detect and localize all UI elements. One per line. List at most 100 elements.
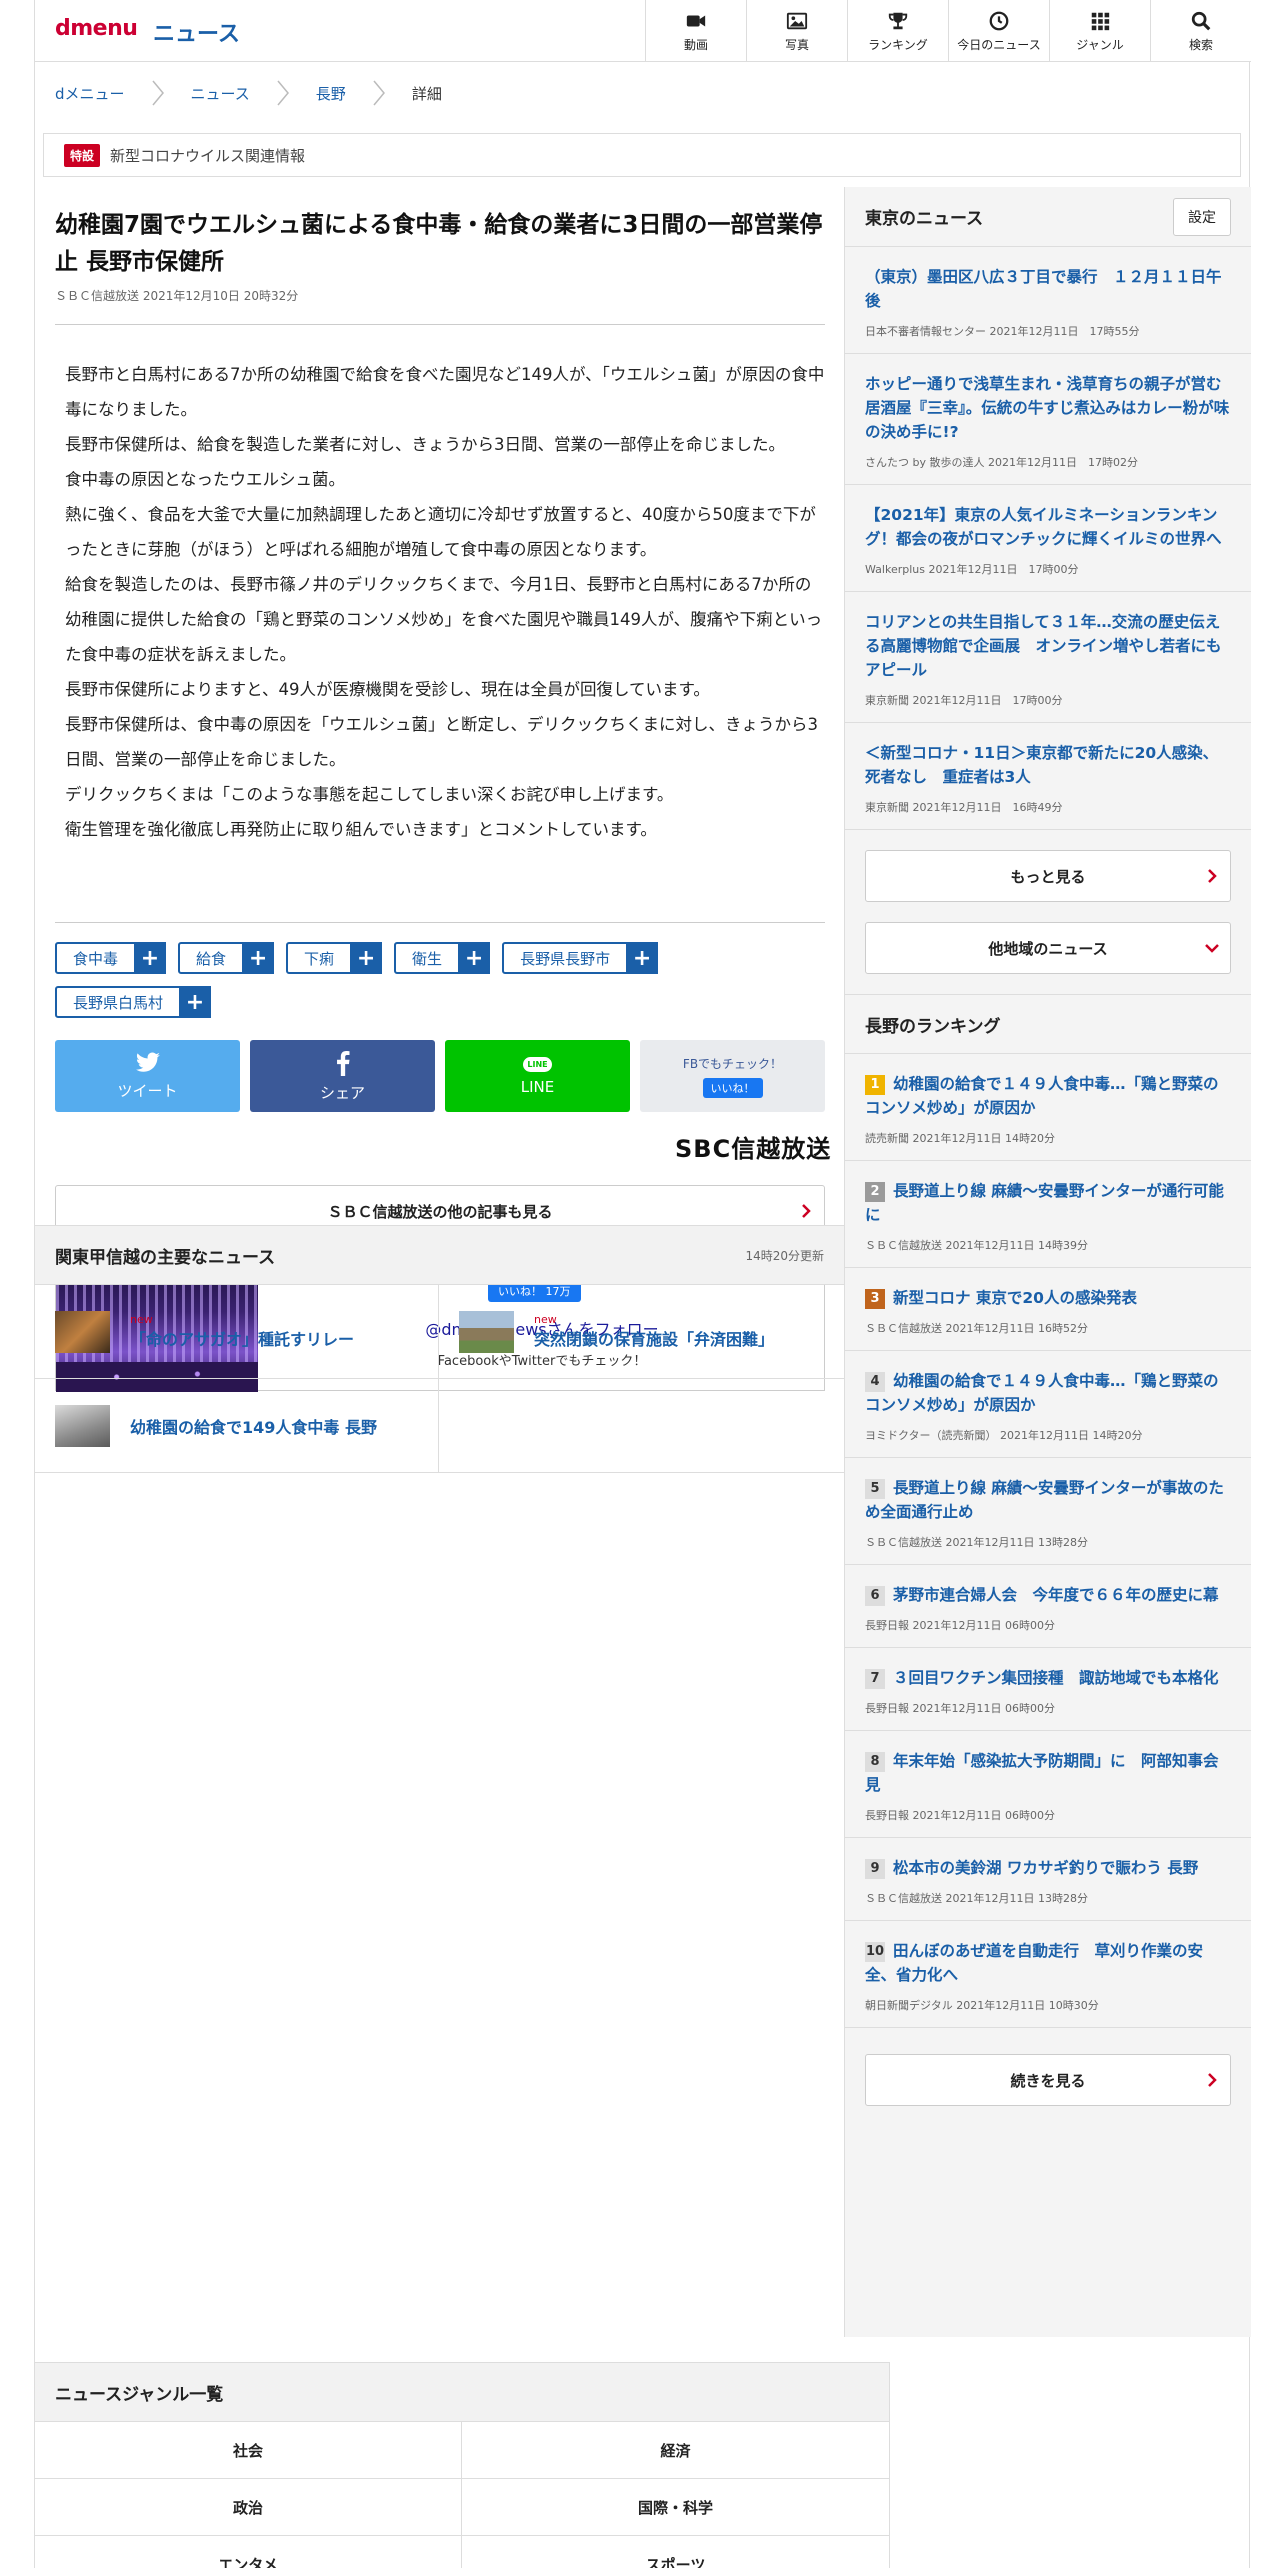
major-news-title-link[interactable]: 幼稚園の給食で149人食中毒 長野 — [130, 1414, 377, 1438]
ranking-item[interactable]: 3 新型コロナ 東京で20人の感染発表 ＳＢＣ信越放送 2021年12月11日 16… — [845, 1268, 1251, 1351]
ranking-title-link[interactable]: 茅野市連合婦人会 今年度で６６年の歴史に幕 — [893, 1586, 1219, 1604]
line-share-button[interactable]: LINE LINE — [445, 1040, 630, 1112]
divider — [55, 922, 825, 923]
rank-badge: 9 — [865, 1859, 885, 1879]
tag-label: 長野県長野市 — [520, 949, 611, 968]
genre-title: ニュースジャンル一覧 — [35, 2362, 890, 2422]
ranking-title-link[interactable]: ３回目ワクチン集団接種 諏訪地域でも本格化 — [893, 1669, 1219, 1687]
plus-icon[interactable]: + — [350, 942, 383, 974]
plus-icon[interactable]: + — [242, 942, 275, 974]
major-news-title: 関東甲信越の主要なニュース — [55, 1247, 276, 1268]
tokyo-news-item[interactable]: ホッピー通りで浅草生まれ・浅草育ちの親子が営む居酒屋『三幸』。伝統の牛すじ煮込み… — [845, 354, 1251, 485]
ranking-title-link[interactable]: 幼稚園の給食で１４９人食中毒…「鶏と野菜のコンソメ炒め」が原因か — [865, 1075, 1219, 1117]
tokyo-news-item[interactable]: ＜新型コロナ・11日＞東京都で新たに20人感染、死者なし 重症者は3人 東京新聞 … — [845, 723, 1251, 830]
nav-search[interactable]: 検索 — [1150, 0, 1251, 62]
ranking-item[interactable]: 8 年末年始「感染拡大予防期間」に 阿部知事会見 長野日報 2021年12月11日 … — [845, 1731, 1251, 1838]
tag-diarrhea[interactable]: 下痢 + — [286, 942, 383, 974]
nav-search-label: 検索 — [1188, 37, 1213, 52]
ranking-item[interactable]: 10 田んぼのあぜ道を自動走行 草刈り作業の安全、省力化へ 朝日新聞デジタル 202… — [845, 1921, 1251, 2028]
news-title-link[interactable]: ホッピー通りで浅草生まれ・浅草育ちの親子が営む居酒屋『三幸』。伝統の牛すじ煮込み… — [865, 372, 1231, 444]
ranking-item[interactable]: 1 幼稚園の給食で１４９人食中毒…「鶏と野菜のコンソメ炒め」が原因か 読売新聞 20… — [845, 1054, 1251, 1161]
major-news-item[interactable]: new 「命のアサガオ」種託すリレー — [35, 1285, 439, 1379]
tag-food-poisoning[interactable]: 食中毒 + — [55, 942, 167, 974]
ranking-title-link[interactable]: 新型コロナ 東京で20人の感染発表 — [893, 1289, 1137, 1307]
genre-section: ニュースジャンル一覧 社会 経済 政治 国際・科学 エンタメ スポーツ — [35, 2362, 890, 2568]
nav-photo[interactable]: 写真 — [746, 0, 847, 62]
other-regions-label: 他地域のニュース — [988, 939, 1108, 958]
news-meta: 東京新聞 2021年12月11日 17時00分 — [865, 694, 1063, 707]
tag-nagano-city[interactable]: 長野県長野市 + — [502, 942, 659, 974]
special-banner[interactable]: 特設 新型コロナウイルス関連情報 — [43, 133, 1241, 177]
video-camera-icon — [686, 15, 706, 26]
major-news-item[interactable]: new 突然閉鎖の保育施設「弁済困難」 — [439, 1285, 844, 1379]
ranking-title-link[interactable]: 年末年始「感染拡大予防期間」に 阿部知事会見 — [865, 1752, 1219, 1794]
ranking-meta: 朝日新聞デジタル 2021年12月11日 10時30分 — [865, 1999, 1099, 2012]
chevron-down-icon — [1205, 944, 1219, 953]
nav-genre[interactable]: ジャンル — [1049, 0, 1150, 62]
plus-icon[interactable]: + — [179, 986, 212, 1018]
new-badge: new — [130, 1313, 153, 1326]
ranking-title-link[interactable]: 長野道上り線 麻績～安曇野インターが通行可能に — [865, 1182, 1224, 1224]
genre-link[interactable]: 社会 — [35, 2422, 462, 2479]
genre-link[interactable]: 国際・科学 — [462, 2479, 890, 2536]
ranking-meta: ＳＢＣ信越放送 2021年12月11日 13時28分 — [865, 1536, 1088, 1549]
tokyo-news-item[interactable]: （東京）墨田区八広３丁目で暴行 １２月１１日午後 日本不審者情報センター 2021… — [845, 247, 1251, 354]
genre-link[interactable]: 経済 — [462, 2422, 890, 2479]
ranking-title-link[interactable]: 幼稚園の給食で１４９人食中毒…「鶏と野菜のコンソメ炒め」が原因か — [865, 1372, 1219, 1414]
tokyo-more-button[interactable]: もっと見る — [865, 850, 1231, 902]
other-regions-button[interactable]: 他地域のニュース — [865, 922, 1231, 974]
ranking-meta: 長野日報 2021年12月11日 06時00分 — [865, 1702, 1055, 1715]
fb-check-label: FBでもチェック！ — [682, 1056, 783, 1071]
tag-hakuba-village[interactable]: 長野県白馬村 + — [55, 986, 212, 1018]
tag-label: 長野県白馬村 — [73, 993, 164, 1012]
fb-like-button[interactable]: いいね！ — [702, 1077, 763, 1098]
news-title-link[interactable]: 【2021年】東京の人気イルミネーションランキング！都会の夜がロマンチックに輝く… — [865, 503, 1231, 551]
genre-link[interactable]: 政治 — [35, 2479, 462, 2536]
ranking-item[interactable]: 5 長野道上り線 麻績～安曇野インターが事故のため全面通行止め ＳＢＣ信越放送 20… — [845, 1458, 1251, 1565]
genre-grid: 社会 経済 政治 国際・科学 エンタメ スポーツ — [35, 2422, 890, 2568]
ranking-item[interactable]: 4 幼稚園の給食で１４９人食中毒…「鶏と野菜のコンソメ炒め」が原因か ヨミドクター（… — [845, 1351, 1251, 1458]
breadcrumb-dmenu[interactable]: dメニュー — [55, 83, 125, 104]
ranking-meta: ＳＢＣ信越放送 2021年12月11日 14時39分 — [865, 1239, 1088, 1252]
ranking-title-link[interactable]: 松本市の美鈴湖 ワカサギ釣りで賑わう 長野 — [893, 1859, 1198, 1877]
dmenu-logo[interactable]: dmenu — [55, 16, 138, 41]
breadcrumb-news[interactable]: ニュース — [191, 83, 250, 104]
rank-badge: 8 — [865, 1752, 885, 1772]
tag-school-lunch[interactable]: 給食 + — [178, 942, 275, 974]
genre-link[interactable]: エンタメ — [35, 2536, 462, 2568]
tag-hygiene[interactable]: 衛生 + — [394, 942, 491, 974]
chevron-right-icon — [802, 1204, 811, 1218]
plus-icon[interactable]: + — [134, 942, 167, 974]
news-title-link[interactable]: コリアンとの共生目指して３１年…交流の歴史伝える高麗博物館で企画展 オンライン増… — [865, 610, 1231, 682]
ranking-item[interactable]: 2 長野道上り線 麻績～安曇野インターが通行可能に ＳＢＣ信越放送 2021年12月… — [845, 1161, 1251, 1268]
rank-badge: 2 — [865, 1182, 885, 1202]
rank-badge: 6 — [865, 1586, 885, 1606]
plus-icon[interactable]: + — [458, 942, 491, 974]
tokyo-news-item[interactable]: コリアンとの共生目指して３１年…交流の歴史伝える高麗博物館で企画展 オンライン増… — [845, 592, 1251, 723]
tokyo-news-item[interactable]: 【2021年】東京の人気イルミネーションランキング！都会の夜がロマンチックに輝く… — [845, 485, 1251, 592]
nav-ranking[interactable]: ランキング — [847, 0, 948, 62]
major-news-item[interactable]: 幼稚園の給食で149人食中毒 長野 — [35, 1379, 439, 1473]
ranking-item[interactable]: 6 茅野市連合婦人会 今年度で６６年の歴史に幕 長野日報 2021年12月11日 0… — [845, 1565, 1251, 1648]
ranking-title-link[interactable]: 田んぼのあぜ道を自動走行 草刈り作業の安全、省力化へ — [865, 1942, 1203, 1984]
news-title-link[interactable]: （東京）墨田区八広３丁目で暴行 １２月１１日午後 — [865, 265, 1231, 313]
nav-video[interactable]: 動画 — [645, 0, 746, 62]
nav-today[interactable]: 今日のニュース — [948, 0, 1049, 62]
news-thumbnail — [459, 1310, 514, 1353]
ranking-item[interactable]: 9 松本市の美鈴湖 ワカサギ釣りで賑わう 長野 ＳＢＣ信越放送 2021年12月11… — [845, 1838, 1251, 1921]
news-title-link[interactable]: ＜新型コロナ・11日＞東京都で新たに20人感染、死者なし 重症者は3人 — [865, 741, 1231, 789]
facebook-share-button[interactable]: シェア — [250, 1040, 435, 1112]
twitter-icon — [135, 1051, 160, 1072]
plus-icon[interactable]: + — [626, 942, 659, 974]
ranking-more-button[interactable]: 続きを見る — [865, 2054, 1231, 2106]
major-news-title-link[interactable]: 突然閉鎖の保育施設「弁済困難」 — [534, 1326, 774, 1350]
tweet-button[interactable]: ツイート — [55, 1040, 240, 1112]
ranking-title-link[interactable]: 長野道上り線 麻績～安曇野インターが事故のため全面通行止め — [865, 1479, 1224, 1521]
ranking-item[interactable]: 7 ３回目ワクチン集団接種 諏訪地域でも本格化長野日報 2021年12月11日 0… — [845, 1648, 1251, 1731]
breadcrumb-nagano[interactable]: 長野 — [316, 83, 346, 104]
genre-link[interactable]: スポーツ — [462, 2536, 890, 2568]
settings-button[interactable]: 設定 — [1173, 197, 1231, 236]
major-news-title-link[interactable]: 「命のアサガオ」種託すリレー — [130, 1326, 354, 1350]
rank-badge: 7 — [865, 1669, 885, 1689]
news-section-logo[interactable]: ニュース — [153, 16, 240, 48]
